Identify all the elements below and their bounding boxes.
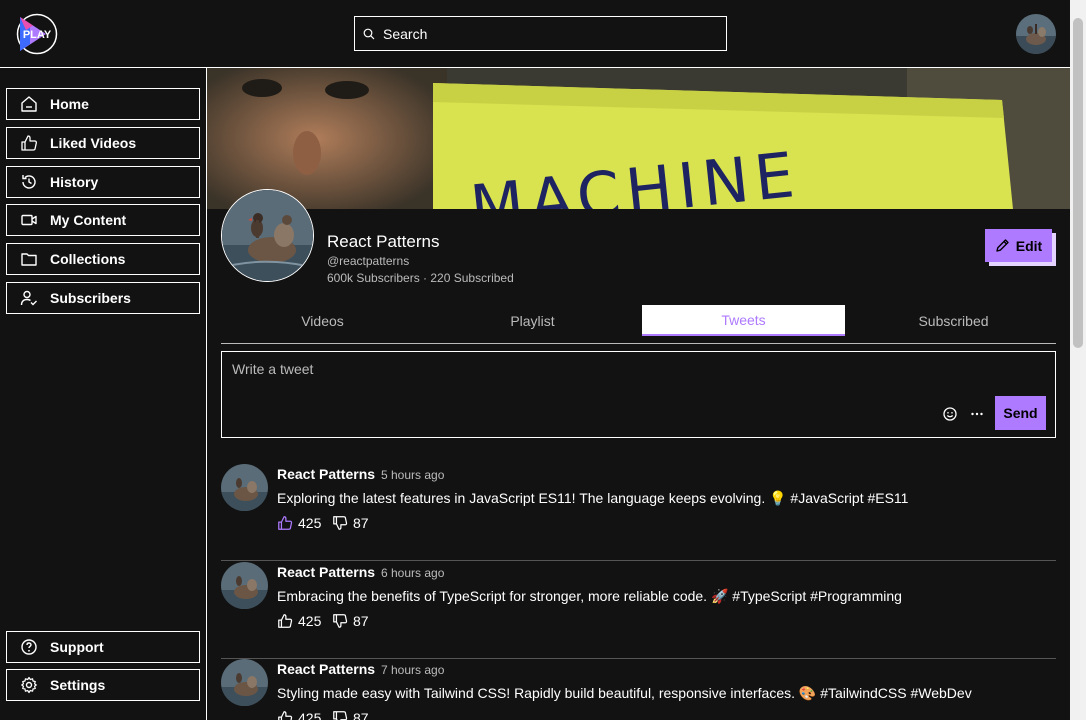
tab-tweets[interactable]: Tweets — [642, 305, 845, 336]
pencil-icon — [996, 239, 1009, 252]
sidebar-item-label: Liked Videos — [50, 135, 137, 151]
channel-stats: 600k Subscribers · 220 Subscribed — [327, 271, 514, 285]
sidebar-item-label: My Content — [50, 212, 127, 228]
sidebar-item-label: Settings — [50, 677, 106, 693]
thumbs-up-icon — [278, 516, 293, 530]
tweet-item: React Patterns 7 hours ago Styling made … — [221, 659, 1056, 720]
sidebar-item-home[interactable]: Home — [6, 88, 200, 120]
sidebar-item-support[interactable]: Support — [6, 631, 200, 663]
sidebar-item-label: Support — [50, 639, 104, 655]
svg-text:PLAY: PLAY — [23, 29, 52, 41]
tweet-author-name[interactable]: React Patterns — [277, 466, 375, 482]
sidebar-item-label: Home — [50, 96, 89, 112]
sidebar-item-settings[interactable]: Settings — [6, 669, 200, 701]
like-count: 425 — [298, 515, 322, 531]
sidebar-item-label: History — [50, 174, 99, 190]
home-icon — [19, 94, 39, 114]
sidebar-item-liked-videos[interactable]: Liked Videos — [6, 127, 200, 159]
thumbs-up-icon — [278, 614, 293, 628]
search-icon — [363, 28, 375, 39]
tab-subscribed[interactable]: Subscribed — [852, 305, 1055, 336]
tweet-timestamp: 7 hours ago — [381, 663, 445, 677]
tweet-author-name[interactable]: React Patterns — [277, 661, 375, 677]
sidebar-item-subscribers[interactable]: Subscribers — [6, 282, 200, 314]
scrollbar-thumb[interactable] — [1073, 18, 1083, 348]
folder-icon — [19, 249, 39, 269]
search-bar[interactable] — [354, 16, 727, 51]
search-input[interactable] — [383, 25, 703, 42]
tab-playlist[interactable]: Playlist — [431, 305, 634, 336]
tweet-timestamp: 5 hours ago — [381, 468, 445, 482]
user-avatar[interactable] — [1016, 14, 1056, 54]
edit-button[interactable]: Edit — [985, 229, 1052, 262]
dislike-count: 87 — [353, 515, 369, 531]
user-check-icon — [19, 288, 39, 308]
more-options-icon[interactable] — [968, 405, 986, 423]
play-logo[interactable]: PLAY — [16, 13, 58, 55]
sidebar-item-history[interactable]: History — [6, 166, 200, 198]
sidebar: Home Liked Videos History My Content Col… — [0, 68, 207, 720]
thumbs-down-icon — [333, 711, 348, 720]
tweet-author-avatar[interactable] — [221, 659, 268, 706]
emoji-icon[interactable] — [941, 405, 959, 423]
tweet-composer: Send — [221, 351, 1056, 438]
dislike-button[interactable]: 87 — [332, 613, 369, 629]
tweet-input[interactable] — [222, 352, 982, 402]
video-camera-icon — [19, 210, 39, 230]
channel-tabs: Videos Playlist Tweets Subscribed — [221, 305, 1056, 344]
tweet-author-avatar[interactable] — [221, 464, 268, 511]
dislike-button[interactable]: 87 — [332, 515, 369, 531]
dislike-button[interactable]: 87 — [332, 710, 369, 720]
tweet-author-avatar[interactable] — [221, 562, 268, 609]
tweet-text: Embracing the benefits of TypeScript for… — [277, 588, 902, 604]
page-scrollbar[interactable] — [1070, 0, 1086, 720]
sidebar-item-label: Subscribers — [50, 290, 131, 306]
channel-cover-image: MACHINE — [207, 68, 1070, 209]
thumbs-up-icon — [278, 711, 293, 720]
tweet-item: React Patterns 6 hours ago Embracing the… — [221, 562, 1056, 659]
channel-avatar[interactable] — [221, 189, 314, 282]
edit-button-label: Edit — [1015, 237, 1043, 254]
thumbs-up-icon — [19, 133, 39, 153]
sidebar-item-collections[interactable]: Collections — [6, 243, 200, 275]
gear-icon — [19, 675, 39, 695]
like-button[interactable]: 425 — [277, 710, 321, 720]
main-content: MACHINE React Patterns @reactpatterns 60… — [207, 68, 1070, 720]
sidebar-item-label: Collections — [50, 251, 126, 267]
dislike-count: 87 — [353, 710, 369, 720]
like-button[interactable]: 425 — [277, 515, 321, 531]
sidebar-item-my-content[interactable]: My Content — [6, 204, 200, 236]
top-header: PLAY — [0, 0, 1070, 68]
dislike-count: 87 — [353, 613, 369, 629]
like-button[interactable]: 425 — [277, 613, 321, 629]
tweet-text: Styling made easy with Tailwind CSS! Rap… — [277, 685, 972, 701]
tweet-text: Exploring the latest features in JavaScr… — [277, 490, 909, 506]
tab-videos[interactable]: Videos — [221, 305, 424, 336]
thumbs-down-icon — [333, 614, 348, 628]
send-button[interactable]: Send — [995, 396, 1046, 430]
tweet-item: React Patterns 5 hours ago Exploring the… — [221, 464, 1056, 561]
tweet-author-name[interactable]: React Patterns — [277, 564, 375, 580]
like-count: 425 — [298, 613, 322, 629]
channel-handle: @reactpatterns — [327, 254, 410, 268]
help-circle-icon — [19, 637, 39, 657]
channel-name: React Patterns — [327, 232, 440, 251]
history-icon — [19, 172, 39, 192]
tweet-timestamp: 6 hours ago — [381, 566, 445, 580]
thumbs-down-icon — [333, 516, 348, 530]
like-count: 425 — [298, 710, 322, 720]
